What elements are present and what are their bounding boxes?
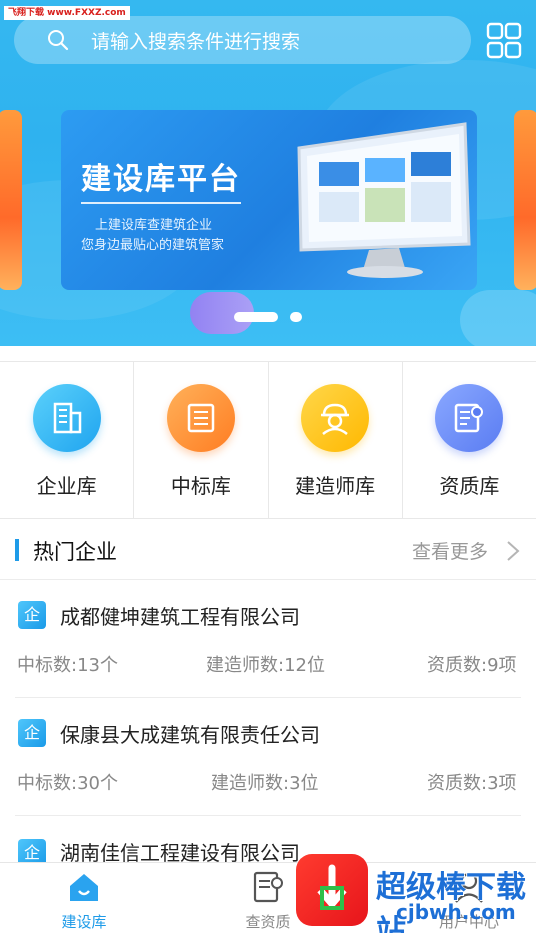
- section-title: 热门企业: [33, 540, 117, 564]
- hero-header: 飞翔下载 www.FXXZ.com 请输入搜索条件进行搜索 建设库平台 上建设库…: [0, 0, 536, 346]
- monitor-illustration: [297, 122, 471, 278]
- divider: [15, 697, 521, 698]
- carousel-indicator: [234, 312, 302, 322]
- search-placeholder: 请输入搜索条件进行搜索: [91, 30, 301, 53]
- section-accent-bar: [15, 539, 19, 561]
- certificate-icon: [253, 871, 283, 903]
- enterprise-badge-icon: 企: [18, 719, 46, 747]
- home-icon: [70, 874, 98, 901]
- document-list-icon: [166, 384, 235, 452]
- category-label: 建造师库: [295, 474, 376, 498]
- decor-cloud: [460, 290, 536, 346]
- enterprise-badge-icon: 企: [18, 839, 46, 862]
- search-bar[interactable]: 请输入搜索条件进行搜索: [14, 16, 471, 64]
- builder-count: 建造师数:12位: [206, 655, 325, 676]
- category-winning-bids[interactable]: 中标库: [134, 362, 269, 518]
- bid-count: 中标数:13个: [17, 655, 118, 676]
- qualification-count: 资质数:3项: [427, 773, 517, 794]
- category-label: 企业库: [36, 474, 97, 498]
- nav-label: 建设库: [61, 913, 107, 931]
- carousel-dot[interactable]: [290, 312, 302, 322]
- banner-prev-peek[interactable]: [0, 110, 22, 290]
- nav-home[interactable]: 建设库: [17, 863, 151, 933]
- banner-slide[interactable]: 建设库平台 上建设库查建筑企业 您身边最贴心的建筑管家: [61, 110, 477, 290]
- watermark-url: cjbwh.com: [396, 900, 516, 924]
- company-list-item[interactable]: 企 保康县大成建筑有限责任公司 中标数:30个 建造师数:3位 资质数:3项: [0, 699, 536, 816]
- divider: [15, 815, 521, 816]
- certificate-icon: [435, 384, 504, 452]
- company-name: 湖南佳信工程建设有限公司: [60, 841, 300, 862]
- category-qualifications[interactable]: 资质库: [403, 362, 536, 518]
- category-enterprise[interactable]: 企业库: [0, 362, 135, 518]
- company-list-item[interactable]: 企 成都健坤建筑工程有限公司 中标数:13个 建造师数:12位 资质数:9项: [0, 581, 536, 698]
- category-label: 中标库: [170, 474, 231, 498]
- banner-next-peek[interactable]: [514, 110, 536, 290]
- grid-menu-icon[interactable]: [486, 22, 522, 60]
- download-site-watermark: 超级棒下载站 cjbwh.com: [296, 854, 536, 933]
- chevron-right-icon[interactable]: [506, 540, 520, 562]
- carousel-dot-active[interactable]: [234, 312, 278, 322]
- bid-count: 中标数:30个: [17, 773, 118, 794]
- category-grid: 企业库 中标库 建造师库 资质库: [0, 361, 536, 519]
- banner-subtitle: 您身边最贴心的建筑管家: [81, 238, 225, 253]
- banner-subtitle: 上建设库查建筑企业: [95, 218, 213, 233]
- view-more-link[interactable]: 查看更多: [412, 537, 488, 564]
- company-name: 成都健坤建筑工程有限公司: [60, 605, 300, 629]
- watermark-logo-icon: [296, 854, 368, 926]
- search-icon: [48, 30, 69, 51]
- builder-count: 建造师数:3位: [211, 773, 319, 794]
- banner-title: 建设库平台: [81, 162, 241, 197]
- engineer-helmet-icon: [301, 384, 370, 452]
- enterprise-badge-icon: 企: [18, 601, 46, 629]
- category-builders[interactable]: 建造师库: [269, 362, 403, 518]
- qualification-count: 资质数:9项: [427, 655, 517, 676]
- company-name: 保康县大成建筑有限责任公司: [60, 723, 320, 747]
- building-icon: [32, 384, 101, 452]
- category-label: 资质库: [439, 474, 500, 498]
- banner-divider: [81, 202, 241, 204]
- hot-companies-header: 热门企业 查看更多: [0, 520, 536, 580]
